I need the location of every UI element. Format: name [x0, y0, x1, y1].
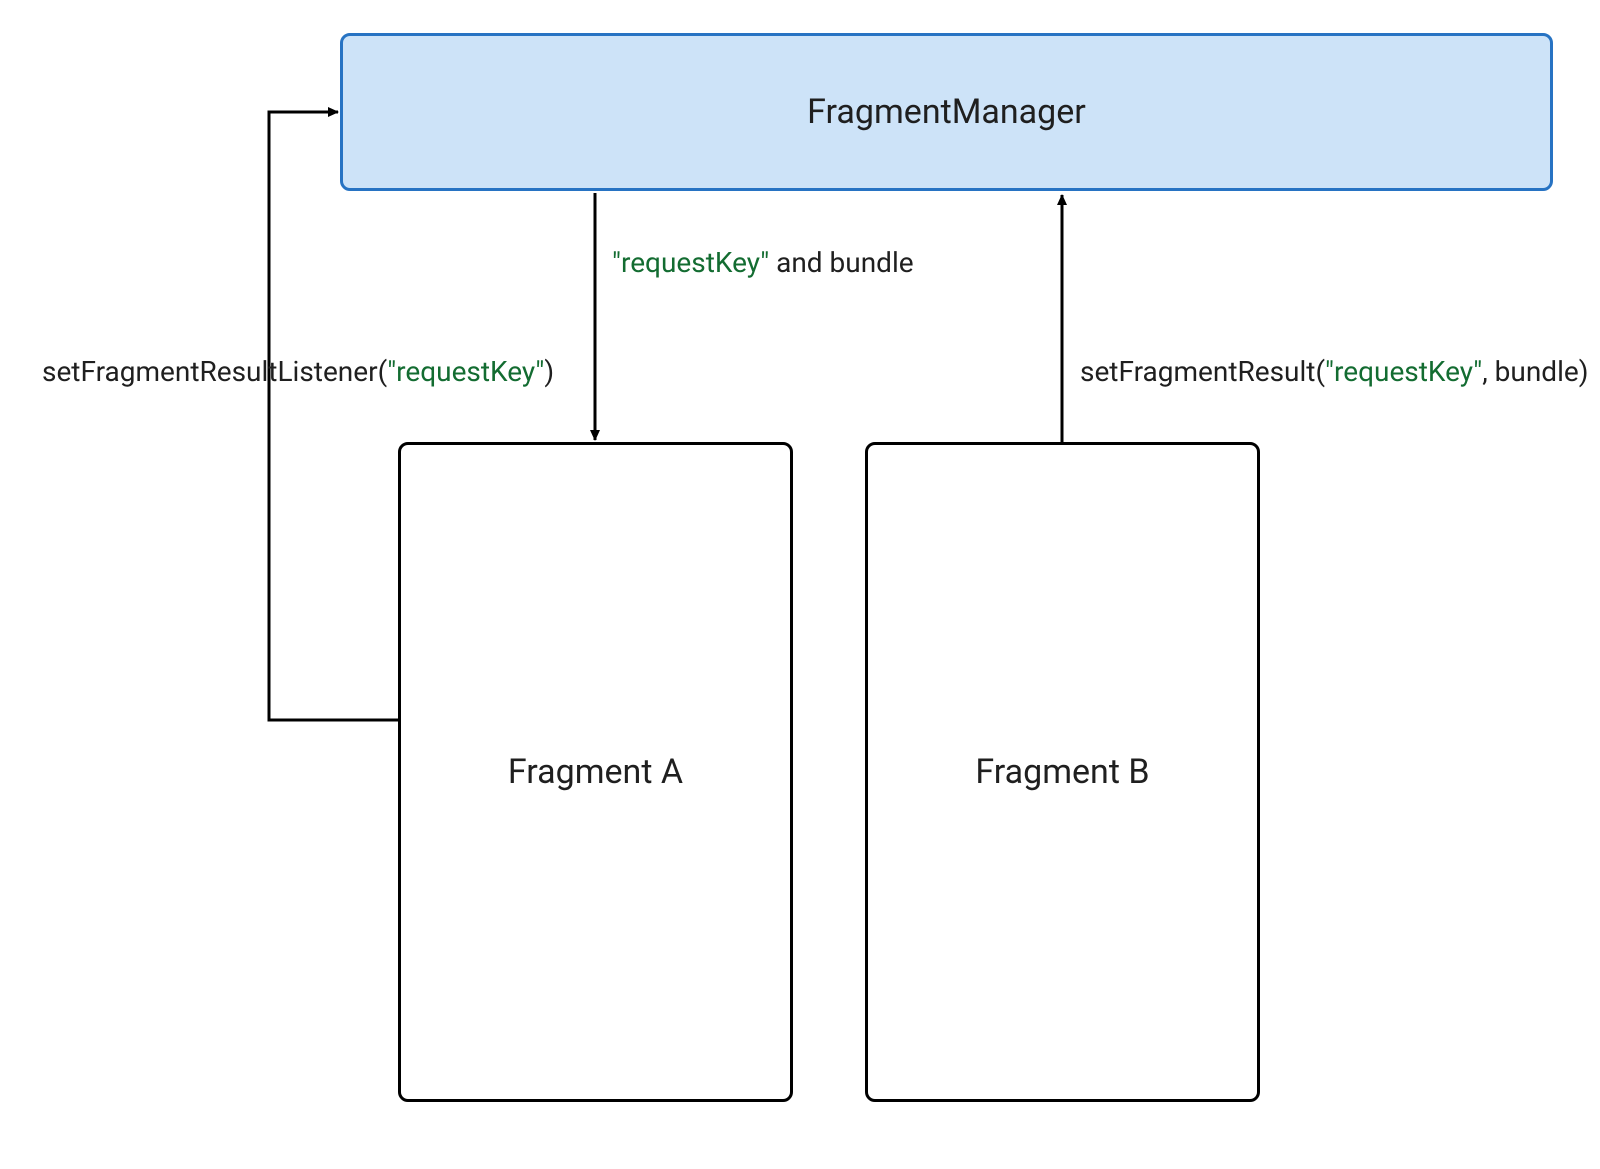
label-to-a: "requestKey" and bundle [612, 246, 914, 279]
label-to-a-rest: and bundle [769, 246, 913, 279]
label-result-key: "requestKey" [1325, 355, 1482, 388]
fragment-manager-box: FragmentManager [340, 33, 1553, 191]
label-listener-suffix: ) [544, 355, 554, 388]
label-listener-key: "requestKey" [387, 355, 544, 388]
arrow-listener [269, 112, 398, 720]
label-to-a-key: "requestKey" [612, 246, 769, 279]
fragment-manager-label: FragmentManager [807, 92, 1086, 132]
fragment-a-label: Fragment A [508, 752, 683, 792]
label-listener: setFragmentResultListener("requestKey") [42, 355, 554, 388]
label-result-prefix: setFragmentResult( [1080, 355, 1325, 388]
fragment-a-box: Fragment A [398, 442, 793, 1102]
diagram-canvas: FragmentManager Fragment A Fragment B se… [0, 0, 1600, 1169]
label-listener-prefix: setFragmentResultListener( [42, 355, 387, 388]
label-result-suffix: , bundle) [1482, 355, 1588, 388]
fragment-b-label: Fragment B [975, 752, 1149, 792]
fragment-b-box: Fragment B [865, 442, 1260, 1102]
label-result: setFragmentResult("requestKey", bundle) [1080, 355, 1589, 388]
